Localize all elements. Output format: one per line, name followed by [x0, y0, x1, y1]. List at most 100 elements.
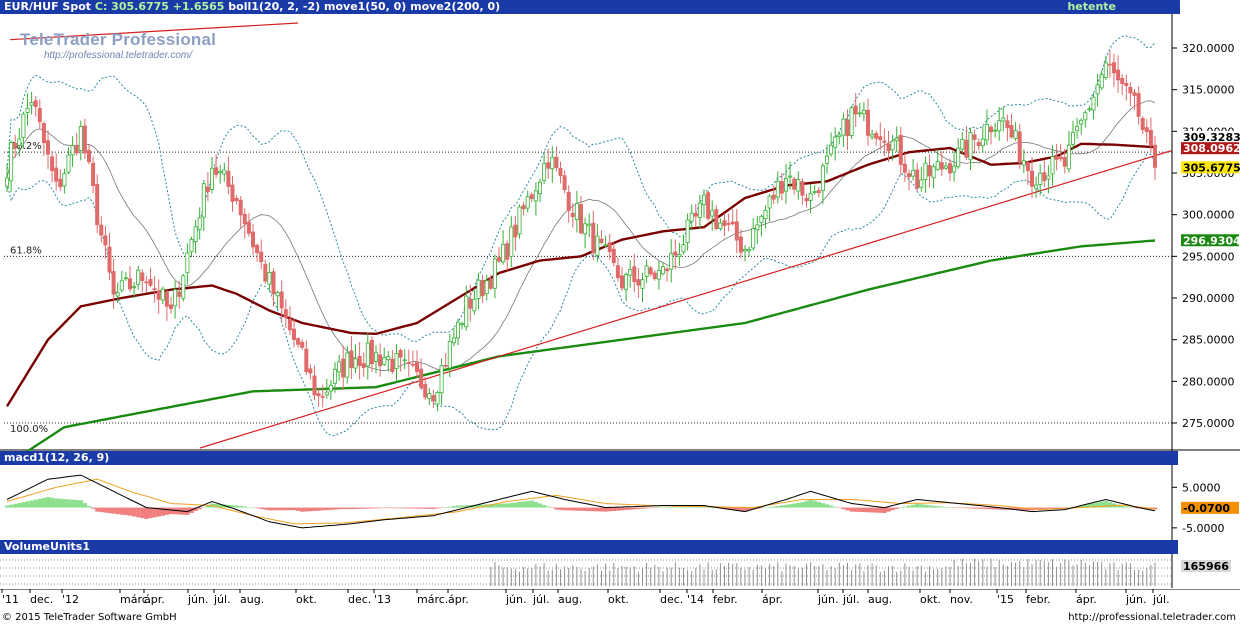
candle-body — [496, 257, 501, 262]
macd-histogram-bar — [886, 507, 891, 512]
instrument-label[interactable]: EUR/HUF Spot — [0, 0, 91, 13]
candle-body — [525, 196, 530, 209]
candle-body — [95, 183, 100, 226]
macd-histogram-bar — [419, 507, 424, 509]
x-tick-label: aug. — [240, 593, 264, 606]
macd-histogram-bar — [136, 507, 141, 518]
volume-chart[interactable]: 165966 — [0, 554, 1240, 588]
x-tick-label: márc. — [417, 593, 448, 606]
macd-histogram-bar — [328, 507, 334, 510]
volume-title[interactable]: VolumeUnits1 — [0, 540, 90, 553]
macd-histogram-bar — [374, 507, 379, 509]
candle-body — [501, 243, 506, 263]
x-tick-label: júl. — [213, 593, 231, 606]
macd-histogram-bar — [591, 507, 596, 512]
candle-body — [611, 248, 616, 264]
candle-body — [455, 321, 460, 339]
macd-histogram-bar — [255, 507, 260, 509]
candle-body — [361, 363, 366, 368]
candle-body — [546, 162, 551, 169]
x-tick-label: '13 — [374, 593, 391, 606]
candle-body — [246, 221, 251, 234]
macd-histogram-bar — [33, 499, 38, 508]
macd-histogram-bar — [275, 507, 280, 511]
candle-body — [414, 361, 419, 372]
macd-title[interactable]: macd1(12, 26, 9) — [0, 451, 109, 464]
x-tick-label: júl. — [1152, 593, 1170, 606]
footer-url[interactable]: http://professional.teletrader.com — [1068, 611, 1236, 625]
candle-body — [517, 206, 522, 235]
candle-body — [669, 253, 674, 270]
macd-histogram-bar — [779, 505, 785, 508]
macd-histogram-bar — [361, 507, 366, 509]
macd-histogram-bar — [369, 507, 375, 509]
macd-histogram-bar — [857, 507, 862, 512]
macd-histogram-bar — [406, 507, 411, 509]
candle-body — [1099, 74, 1104, 89]
macd-histogram-bar — [574, 507, 580, 511]
y-tick-label: 285.0000 — [1182, 334, 1235, 347]
macd-chart[interactable]: 5.0000 -5.0000 -0.0700 — [0, 465, 1240, 540]
candle-body — [263, 263, 268, 282]
x-tick-label: ápr. — [448, 593, 469, 606]
macd-histogram-bar — [927, 505, 932, 508]
indicator-list[interactable]: boll1(20, 2, -2) move1(50, 0) move2(200,… — [228, 0, 500, 13]
candle-body — [710, 210, 715, 217]
candle-body — [62, 173, 67, 187]
candle-body — [33, 100, 38, 107]
candle-body — [1120, 77, 1125, 84]
candle-body — [140, 272, 145, 281]
candle-body — [591, 222, 596, 254]
macd-histogram-bar — [54, 498, 59, 508]
macd-histogram-bar — [943, 507, 949, 508]
x-tick-label: júl. — [842, 593, 860, 606]
macd-histogram-bar — [17, 503, 22, 508]
candle-body — [628, 269, 633, 276]
candle-body — [316, 393, 321, 397]
candle-body — [369, 339, 374, 365]
candle-body — [291, 328, 296, 340]
candle-body — [1005, 120, 1010, 129]
macd-histogram-bar — [587, 507, 592, 512]
macd-histogram-bar — [509, 503, 514, 508]
candle-body — [259, 251, 264, 263]
macd-background — [0, 465, 1172, 540]
candle-body — [181, 275, 186, 299]
candle-body — [771, 194, 776, 200]
candle-body — [492, 258, 497, 289]
candle-body — [1062, 157, 1067, 167]
candle-body — [423, 383, 428, 398]
macd-histogram-bar — [820, 503, 826, 508]
macd-histogram-bar — [566, 507, 571, 511]
candle-body — [984, 124, 989, 141]
macd-tick-label: 5.0000 — [1182, 481, 1221, 494]
period-label[interactable]: hetente — [1067, 0, 1116, 14]
macd-histogram-bar — [615, 507, 621, 511]
candle-body — [533, 190, 538, 202]
price-chart[interactable]: 320.0000315.0000310.0000305.0000300.0000… — [0, 14, 1240, 451]
last-value-label: 305.6775 — [1183, 161, 1240, 174]
candle-body — [1066, 144, 1071, 170]
candle-body — [197, 217, 202, 230]
candle-body — [435, 392, 440, 405]
macd-histogram-bar — [13, 503, 18, 508]
candle-body — [222, 169, 227, 175]
volume-last-label: 165966 — [1183, 560, 1229, 573]
candle-body — [5, 177, 10, 187]
candle-body — [558, 168, 563, 177]
candle-body — [21, 113, 26, 139]
candle-body — [287, 318, 292, 331]
x-tick-label: jún. — [1125, 593, 1147, 606]
macd-histogram-bar — [620, 507, 625, 511]
candle-body — [119, 280, 124, 291]
candle-body — [312, 375, 317, 396]
candle-body — [583, 223, 588, 235]
macd-histogram-bar — [271, 507, 276, 511]
candle-body — [734, 221, 739, 241]
candle-body — [82, 125, 87, 154]
candle-body — [304, 348, 309, 372]
macd-histogram-bar — [640, 507, 645, 509]
macd-histogram-bar — [251, 507, 256, 509]
last-value-label: 308.0962 — [1183, 142, 1240, 155]
candle-body — [1083, 112, 1088, 121]
